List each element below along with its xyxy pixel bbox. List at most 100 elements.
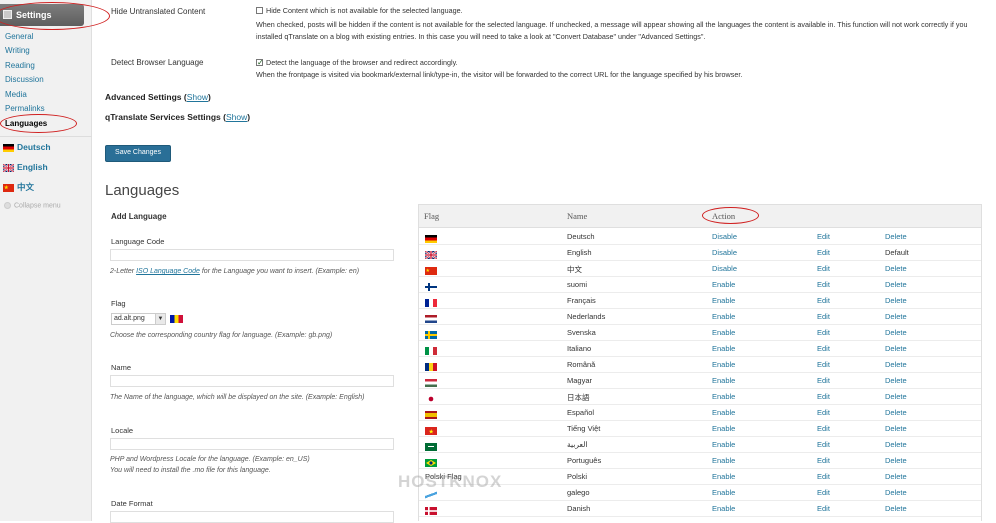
submenu-reading[interactable]: Reading: [5, 61, 35, 70]
language-delete-link[interactable]: Delete: [885, 424, 907, 433]
advanced-settings-title: Advanced Settings: [105, 92, 182, 102]
flag-gl-icon: [425, 491, 437, 499]
flag-cn-icon: ★: [425, 267, 437, 275]
language-delete-link[interactable]: Delete: [885, 328, 907, 337]
language-edit-link[interactable]: Edit: [817, 312, 830, 321]
language-edit-link[interactable]: Edit: [817, 248, 830, 257]
submenu-writing[interactable]: Writing: [5, 46, 30, 55]
language-edit-link[interactable]: Edit: [817, 232, 830, 241]
language-disable-link[interactable]: Disable: [712, 232, 737, 241]
language-delete-link[interactable]: Delete: [885, 408, 907, 417]
advanced-settings-show-link[interactable]: Show: [187, 92, 208, 102]
language-delete-link[interactable]: Delete: [885, 280, 907, 289]
detect-lang-checkbox[interactable]: [256, 57, 264, 69]
detect-lang-option[interactable]: Detect the language of the browser and r…: [256, 57, 458, 69]
language-delete-link[interactable]: Delete: [885, 472, 907, 481]
language-enable-link[interactable]: Enable: [712, 296, 735, 305]
language-delete-link[interactable]: Delete: [885, 456, 907, 465]
services-settings-heading: qTranslate Services Settings (Show): [105, 112, 251, 122]
language-edit-link[interactable]: Edit: [817, 264, 830, 273]
language-enable-link[interactable]: Enable: [712, 472, 735, 481]
name-label: Name: [111, 363, 132, 372]
table-row: Français Enable Edit Delete: [419, 292, 981, 309]
language-enable-link[interactable]: Enable: [712, 504, 735, 513]
language-enable-link[interactable]: Enable: [712, 392, 735, 401]
submenu-permalinks[interactable]: Permalinks: [5, 104, 45, 113]
language-enable-link[interactable]: Enable: [712, 328, 735, 337]
language-enable-link[interactable]: Enable: [712, 440, 735, 449]
svg-text:★: ★: [426, 268, 431, 274]
language-disable-link[interactable]: Disable: [712, 264, 737, 273]
language-delete-link[interactable]: Delete: [885, 360, 907, 369]
language-name: galego: [567, 488, 590, 497]
sidebar-lang-chinese[interactable]: ★ 中文: [3, 181, 34, 193]
hide-content-option[interactable]: Hide Content which is not available for …: [256, 5, 463, 17]
language-delete-link[interactable]: Delete: [885, 296, 907, 305]
language-enable-link[interactable]: Enable: [712, 488, 735, 497]
flag-br-icon: [425, 459, 437, 467]
sidebar-lang-english[interactable]: English: [3, 162, 48, 172]
language-enable-link[interactable]: Enable: [712, 360, 735, 369]
language-edit-link[interactable]: Edit: [817, 408, 830, 417]
language-edit-link[interactable]: Edit: [817, 376, 830, 385]
language-edit-link[interactable]: Edit: [817, 504, 830, 513]
language-name: العربية: [567, 440, 588, 449]
language-delete-link[interactable]: Delete: [885, 440, 907, 449]
flag-select[interactable]: ad.alt.png ▼: [111, 313, 166, 325]
table-row: ★ 中文 Disable Edit Delete: [419, 260, 981, 277]
language-edit-link[interactable]: Edit: [817, 392, 830, 401]
sidebar-lang-deutsch[interactable]: Deutsch: [3, 142, 51, 152]
hide-content-checkbox[interactable]: [256, 7, 263, 14]
language-name: English: [567, 248, 592, 257]
submenu-languages[interactable]: Languages: [5, 119, 47, 128]
settings-menu-label: Settings: [16, 10, 52, 20]
language-delete-link[interactable]: Delete: [885, 264, 907, 273]
admin-sidebar: Settings General Writing Reading Discuss…: [0, 0, 110, 521]
language-enable-link[interactable]: Enable: [712, 424, 735, 433]
language-enable-link[interactable]: Enable: [712, 376, 735, 385]
column-name-header: Name: [567, 211, 588, 221]
language-enable-link[interactable]: Enable: [712, 456, 735, 465]
language-enable-link[interactable]: Enable: [712, 408, 735, 417]
language-name: suomi: [567, 280, 588, 289]
language-edit-link[interactable]: Edit: [817, 344, 830, 353]
language-edit-link[interactable]: Edit: [817, 328, 830, 337]
submenu-media[interactable]: Media: [5, 90, 27, 99]
language-enable-link[interactable]: Enable: [712, 280, 735, 289]
language-edit-link[interactable]: Edit: [817, 280, 830, 289]
language-enable-link[interactable]: Enable: [712, 344, 735, 353]
language-edit-link[interactable]: Edit: [817, 472, 830, 481]
language-enable-link[interactable]: Enable: [712, 312, 735, 321]
language-code-input[interactable]: [110, 249, 394, 261]
submenu-discussion[interactable]: Discussion: [5, 75, 44, 84]
language-delete-link[interactable]: Delete: [885, 344, 907, 353]
language-edit-link[interactable]: Edit: [817, 440, 830, 449]
name-input[interactable]: [110, 375, 394, 387]
table-row: العربية Enable Edit Delete: [419, 436, 981, 453]
language-delete-link[interactable]: Delete: [885, 392, 907, 401]
locale-input[interactable]: [110, 438, 394, 450]
services-settings-show-link[interactable]: Show: [226, 112, 247, 122]
language-edit-link[interactable]: Edit: [817, 296, 830, 305]
flag-hint: Choose the corresponding country flag fo…: [110, 332, 333, 339]
language-delete-link[interactable]: Delete: [885, 488, 907, 497]
language-edit-link[interactable]: Edit: [817, 488, 830, 497]
settings-menu-header[interactable]: Settings: [0, 4, 84, 26]
language-edit-link[interactable]: Edit: [817, 360, 830, 369]
sidebar-lang-label: English: [17, 162, 48, 172]
language-edit-link[interactable]: Edit: [817, 456, 830, 465]
table-row: Danish Enable Edit Delete: [419, 500, 981, 517]
hide-content-checkbox-label: Hide Content which is not available for …: [266, 6, 463, 15]
save-changes-button[interactable]: Save Changes: [105, 145, 171, 162]
language-disable-link[interactable]: Disable: [712, 248, 737, 257]
submenu-general[interactable]: General: [5, 32, 33, 41]
language-delete-link[interactable]: Delete: [885, 504, 907, 513]
iso-language-code-link[interactable]: ISO Language Code: [136, 268, 200, 275]
column-action-header: Action: [712, 211, 736, 221]
language-delete-link[interactable]: Delete: [885, 232, 907, 241]
collapse-menu[interactable]: Collapse menu: [4, 202, 61, 209]
language-delete-link[interactable]: Delete: [885, 376, 907, 385]
date-format-input[interactable]: [110, 511, 394, 523]
language-edit-link[interactable]: Edit: [817, 424, 830, 433]
language-delete-link[interactable]: Delete: [885, 312, 907, 321]
